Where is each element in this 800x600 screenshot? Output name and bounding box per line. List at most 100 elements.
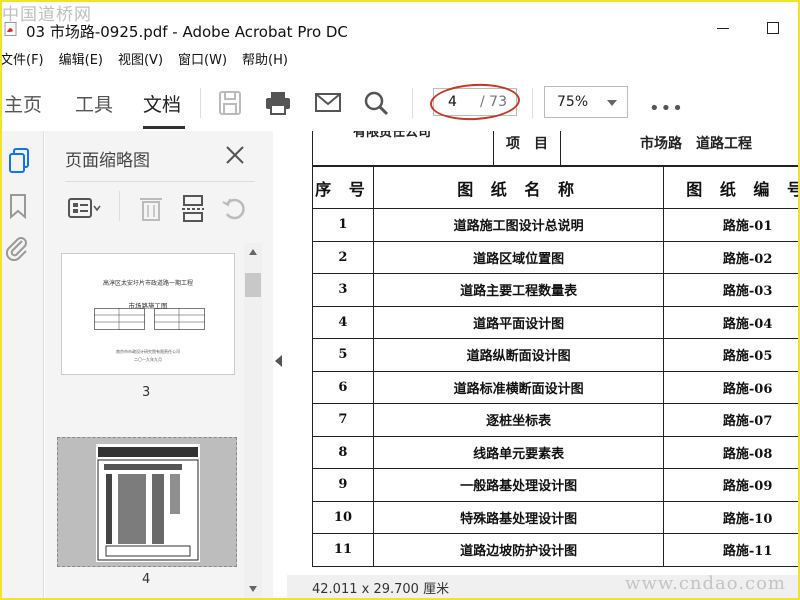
toolbar-divider [412,88,413,118]
table-cell-name: 道路平面设计图 [372,305,665,339]
collapse-panel-arrow[interactable] [275,355,282,367]
thumbnail-page-label: 4 [142,572,151,587]
tab-tools[interactable]: 工具 [75,90,113,117]
table-cell-no: 8 [312,435,374,469]
document-scrollbar[interactable] [787,131,800,575]
document-view[interactable]: 有限责任公司 项 目 市场路 道路工程 序 号 图 纸 名 称 图 纸 编 号 … [287,131,800,600]
save-icon[interactable] [216,90,244,116]
thumbnail-footer-company: 南京市市政设计研究院有限责任公司 [116,349,180,354]
attachment-icon[interactable] [4,235,30,261]
table-cell-name: 道路边坡防护设计图 [372,533,665,567]
toolbar-divider [532,88,533,118]
table-cell-name: 特殊路基处理设计图 [372,500,665,534]
active-tab-indicator [143,126,185,129]
panel-title: 页面缩略图 [65,151,150,171]
table-row: 11 道路边坡防护设计图 路施-11 [312,533,800,567]
table-cell-code: 路施-06 [663,370,800,404]
page-thumbnail-4[interactable] [96,444,200,562]
table-cell-no: 1 [312,208,374,242]
table-cell-name: 道路施工图设计总说明 [372,208,665,242]
page-dimensions: 42.011 x 29.700 厘米 [312,582,450,597]
scroll-thumb[interactable] [245,273,261,297]
page-thumbnails-icon[interactable] [8,147,32,175]
thumbnail-footer-date: 二〇一九年九月 [134,357,162,362]
search-icon[interactable] [362,90,390,116]
header-item-label: 项 目 [506,136,548,152]
scroll-up-arrow[interactable] [249,249,257,255]
watermark-top: 中国道桥网 [2,5,92,25]
email-icon[interactable] [314,90,342,116]
title-bar: 03 市场路-0925.pdf - Adobe Acrobat Pro DC [0,0,800,44]
table-cell-name: 逐桩坐标表 [372,403,665,437]
thumbnail-table-graphic [94,308,205,330]
panel-divider [65,181,255,182]
table-cell-code: 路施-09 [663,468,800,502]
table-row: 1 道路施工图设计总说明 路施-01 [312,208,800,242]
menu-file[interactable]: 文件(F) [0,49,44,71]
page-thumbnail-3[interactable]: 高淳区太安圩片市政道路一期工程 市场路施工图 南京市市政设计研究院有限责任公司 … [61,253,235,375]
table-cell-no: 10 [312,500,374,534]
table-cell-no: 3 [312,273,374,307]
table-cell-no: 7 [312,403,374,437]
table-cell-code: 路施-10 [663,500,800,534]
table-cell-code: 路施-02 [663,240,800,274]
table-header-row: 序 号 图 纸 名 称 图 纸 编 号 [312,166,800,209]
table-row: 5 道路纵断面设计图 路施-05 [312,338,800,372]
thumbnail-options-icon[interactable] [67,193,103,223]
menu-edit[interactable]: 编辑(E) [59,49,103,71]
maximize-button[interactable] [767,22,779,34]
print-icon[interactable] [264,90,292,116]
table-cell-no: 2 [312,240,374,274]
table-row: 2 道路区域位置图 路施-02 [312,240,800,274]
column-header: 图 纸 名 称 [372,166,665,209]
table-cell-name: 线路单元要素表 [372,435,665,469]
close-icon[interactable] [223,143,247,167]
table-row: 10 特殊路基处理设计图 路施-10 [312,500,800,534]
bookmark-icon[interactable] [8,193,28,219]
page-thumbnail-4-selected[interactable] [57,437,237,567]
thumbnail-scrollbar[interactable] [244,243,262,598]
scroll-down-arrow[interactable] [249,586,257,592]
table-cell-name: 道路主要工程数量表 [372,273,665,307]
table-row: 4 道路平面设计图 路施-04 [312,305,800,339]
table-row: 8 线路单元要素表 路施-08 [312,435,800,469]
table-cell-no: 5 [312,338,374,372]
table-cell-code: 路施-08 [663,435,800,469]
table-cell-code: 路施-01 [663,208,800,242]
table-cell-code: 路施-04 [663,305,800,339]
table-row: 6 道路标准横断面设计图 路施-06 [312,370,800,404]
table-cell-no: 4 [312,305,374,339]
tab-document[interactable]: 文档 [143,90,181,117]
delete-icon[interactable] [137,193,165,223]
thumbnails-panel: 页面缩略图 高淳区太安圩片市政道路一期工程 市场路施工图 南京市市政设计研究院有… [45,131,273,600]
header-org: 有限责任公司 [353,131,432,140]
table-cell-name: 一般路基处理设计图 [372,468,665,502]
table-row: 9 一般路基处理设计图 路施-09 [312,468,800,502]
toolbar-divider [200,88,201,118]
table-cell-no: 9 [312,468,374,502]
tab-home[interactable]: 主页 [4,90,42,117]
table-cell-code: 路施-03 [663,273,800,307]
column-header: 图 纸 编 号 [663,166,800,209]
thumbnail-heading: 高淳区太安圩片市政道路一期工程 [102,280,193,287]
more-options-icon[interactable]: ••• [649,98,684,119]
table-cell-name: 道路标准横断面设计图 [372,370,665,404]
drawing-list-table: 序 号 图 纸 名 称 图 纸 编 号 1 道路施工图设计总说明 路施-01 2 道路区… [312,166,800,567]
menu-help[interactable]: 帮助(H) [242,49,288,71]
extract-pages-icon[interactable] [179,193,207,223]
zoom-dropdown[interactable]: 75% [544,86,628,118]
menu-view[interactable]: 视图(V) [118,49,163,71]
table-cell-name: 道路纵断面设计图 [372,338,665,372]
minimize-button[interactable] [717,28,729,29]
chevron-down-icon [607,100,617,106]
menu-window[interactable]: 窗口(W) [178,49,227,71]
thumbnail-drawing-list-graphic [97,447,199,561]
document-header-band: 有限责任公司 项 目 市场路 道路工程 [312,131,800,166]
rotate-icon[interactable] [219,193,247,223]
table-cell-code: 路施-05 [663,338,800,372]
table-row: 7 逐桩坐标表 路施-07 [312,403,800,437]
navigation-rail [0,131,44,600]
menu-bar: 文件(F) 编辑(E) 视图(V) 窗口(W) 帮助(H) [0,49,303,71]
zoom-value: 75% [557,94,589,110]
header-item-value: 市场路 道路工程 [640,136,752,152]
